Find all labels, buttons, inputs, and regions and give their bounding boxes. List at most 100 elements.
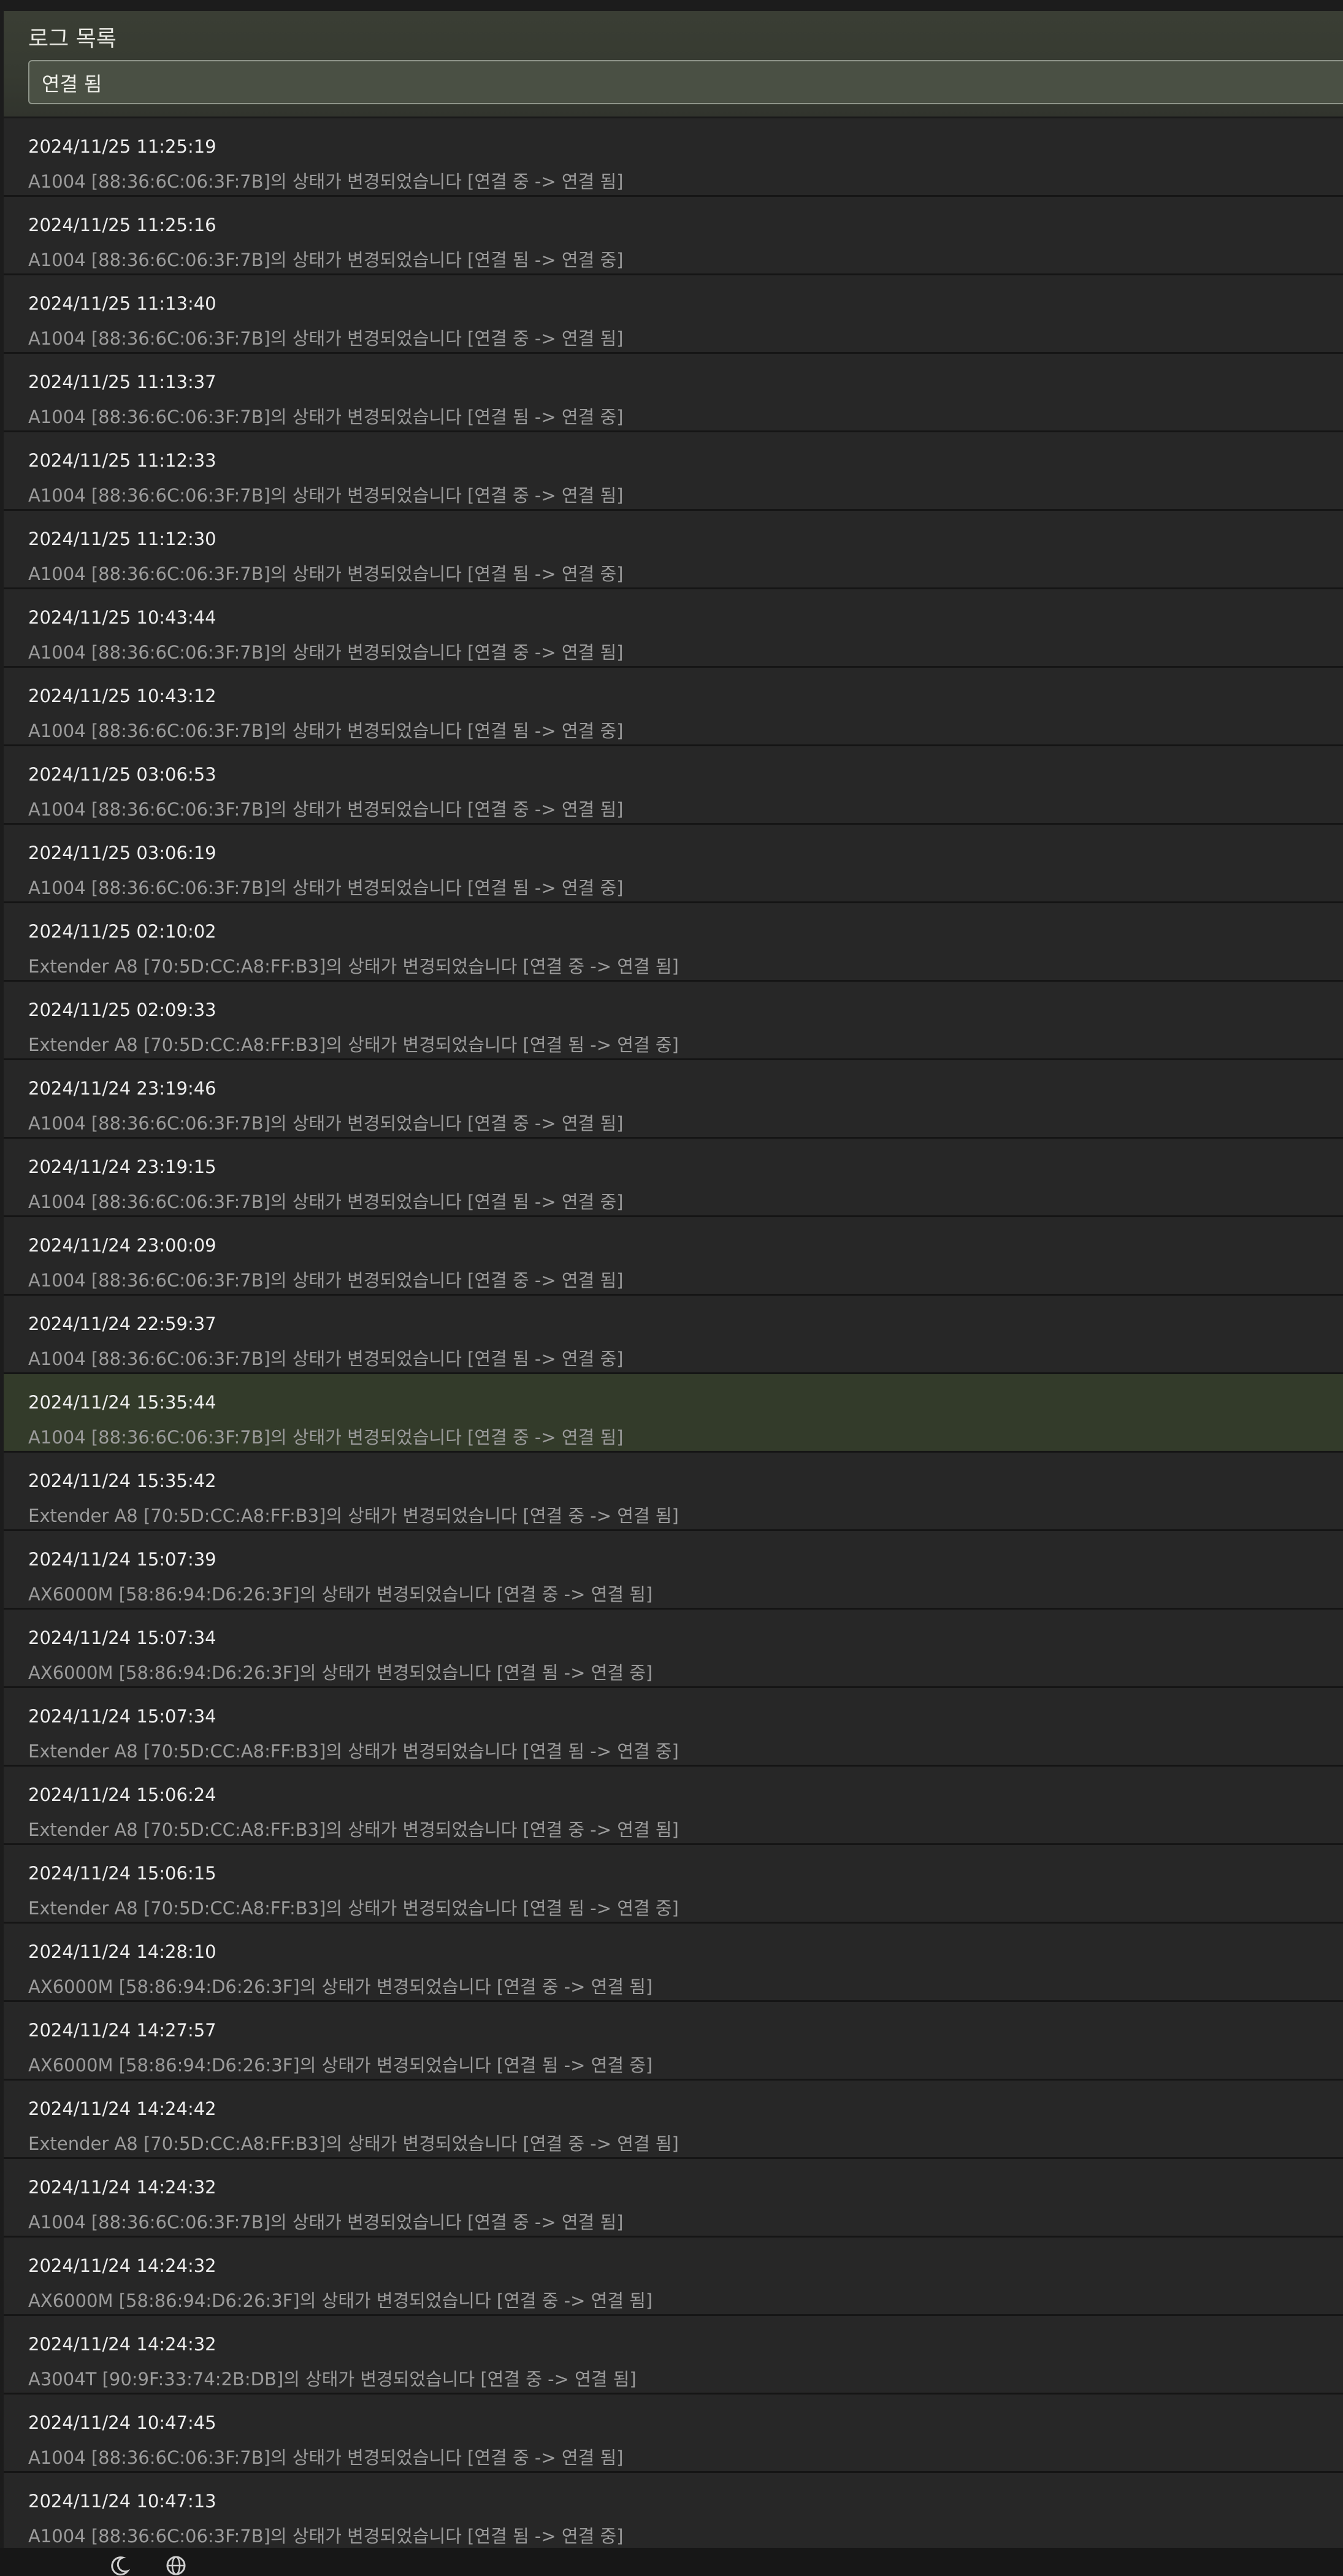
log-message: A1004 [88:36:6C:06:3F:7B]의 상태가 변경되었습니다 [… [28, 564, 624, 584]
log-message: A1004 [88:36:6C:06:3F:7B]의 상태가 변경되었습니다 [… [28, 2526, 624, 2547]
log-timestamp: 2024/11/24 14:24:32 [28, 2255, 216, 2276]
log-message: Extender A8 [70:5D:CC:A8:FF:B3]의 상태가 변경되… [28, 1034, 679, 1055]
log-entry[interactable]: 2024/11/24 14:28:10 AX6000M [58:86:94:D6:… [4, 1924, 1343, 2002]
log-message: A1004 [88:36:6C:06:3F:7B]의 상태가 변경되었습니다 [… [28, 720, 624, 741]
log-message: A1004 [88:36:6C:06:3F:7B]의 상태가 변경되었습니다 [… [28, 407, 624, 427]
globe-icon[interactable] [166, 2555, 186, 2576]
log-entry[interactable]: 2024/11/25 11:13:37 A1004 [88:36:6C:06:3F… [4, 354, 1343, 432]
log-timestamp: 2024/11/24 23:19:46 [28, 1078, 216, 1099]
log-timestamp: 2024/11/25 11:12:33 [28, 450, 216, 471]
status-filter-dropdown[interactable]: 연결 됨 [28, 60, 1343, 104]
log-message: AX6000M [58:86:94:D6:26:3F]의 상태가 변경되었습니다… [28, 1662, 653, 1683]
log-timestamp: 2024/11/25 11:13:40 [28, 293, 216, 314]
log-entry[interactable]: 2024/11/24 23:19:15 A1004 [88:36:6C:06:3F… [4, 1139, 1343, 1217]
log-message: A1004 [88:36:6C:06:3F:7B]의 상태가 변경되었습니다 [… [28, 799, 624, 820]
log-entry[interactable]: 2024/11/25 11:12:33 A1004 [88:36:6C:06:3F… [4, 432, 1343, 511]
log-message: A1004 [88:36:6C:06:3F:7B]의 상태가 변경되었습니다 [… [28, 1270, 624, 1291]
log-timestamp: 2024/11/24 14:24:42 [28, 2098, 216, 2119]
log-entry[interactable]: 2024/11/24 23:19:46 A1004 [88:36:6C:06:3F… [4, 1060, 1343, 1139]
log-timestamp: 2024/11/24 15:06:24 [28, 1784, 216, 1805]
log-message: Extender A8 [70:5D:CC:A8:FF:B3]의 상태가 변경되… [28, 1741, 679, 1762]
log-entry[interactable]: 2024/11/24 14:24:32 A1004 [88:36:6C:06:3F… [4, 2159, 1343, 2238]
log-timestamp: 2024/11/24 15:07:34 [28, 1627, 216, 1648]
log-timestamp: 2024/11/25 10:43:44 [28, 607, 216, 628]
log-message: Extender A8 [70:5D:CC:A8:FF:B3]의 상태가 변경되… [28, 1505, 679, 1526]
log-entry[interactable]: 2024/11/24 15:06:15 Extender A8 [70:5D:CC… [4, 1845, 1343, 1924]
log-timestamp: 2024/11/24 14:24:32 [28, 2334, 216, 2355]
log-entry[interactable]: 2024/11/25 03:06:19 A1004 [88:36:6C:06:3F… [4, 825, 1343, 903]
log-entry[interactable]: 2024/11/25 02:09:33 Extender A8 [70:5D:CC… [4, 982, 1343, 1060]
log-entry[interactable]: 2024/11/24 15:07:34 AX6000M [58:86:94:D6:… [4, 1610, 1343, 1688]
log-timestamp: 2024/11/24 15:35:44 [28, 1392, 216, 1413]
log-timestamp: 2024/11/25 02:10:02 [28, 921, 216, 942]
log-timestamp: 2024/11/24 15:07:34 [28, 1706, 216, 1727]
log-message: AX6000M [58:86:94:D6:26:3F]의 상태가 변경되었습니다… [28, 1584, 653, 1605]
log-entry[interactable]: 2024/11/25 10:43:12 A1004 [88:36:6C:06:3F… [4, 668, 1343, 746]
app-root: 로그 목록 연결 됨 2024/11/25 11:25:19 A1004 [88:… [0, 0, 1343, 2576]
log-timestamp: 2024/11/25 11:12:30 [28, 529, 216, 549]
log-message: A1004 [88:36:6C:06:3F:7B]의 상태가 변경되었습니다 [… [28, 1191, 624, 1212]
page-title: 로그 목록 [28, 26, 117, 52]
log-message: AX6000M [58:86:94:D6:26:3F]의 상태가 변경되었습니다… [28, 2055, 653, 2076]
log-message: A1004 [88:36:6C:06:3F:7B]의 상태가 변경되었습니다 [… [28, 877, 624, 898]
log-entry[interactable]: 2024/11/24 23:00:09 A1004 [88:36:6C:06:3F… [4, 1217, 1343, 1296]
log-message: Extender A8 [70:5D:CC:A8:FF:B3]의 상태가 변경되… [28, 1898, 679, 1919]
log-timestamp: 2024/11/24 15:07:39 [28, 1549, 216, 1570]
log-entry[interactable]: 2024/11/24 15:06:24 Extender A8 [70:5D:CC… [4, 1767, 1343, 1845]
log-timestamp: 2024/11/25 11:25:16 [28, 215, 216, 235]
log-message: Extender A8 [70:5D:CC:A8:FF:B3]의 상태가 변경되… [28, 956, 679, 977]
log-timestamp: 2024/11/24 15:06:15 [28, 1863, 216, 1884]
log-entry[interactable]: 2024/11/24 15:07:34 Extender A8 [70:5D:CC… [4, 1688, 1343, 1767]
log-entry[interactable]: 2024/11/24 15:07:39 AX6000M [58:86:94:D6:… [4, 1531, 1343, 1610]
log-timestamp: 2024/11/24 10:47:45 [28, 2412, 216, 2433]
log-entry[interactable]: 2024/11/24 15:35:44 A1004 [88:36:6C:06:3F… [4, 1374, 1343, 1453]
log-timestamp: 2024/11/25 10:43:12 [28, 686, 216, 706]
log-message: A1004 [88:36:6C:06:3F:7B]의 상태가 변경되었습니다 [… [28, 250, 624, 270]
log-entry[interactable]: 2024/11/24 10:47:45 A1004 [88:36:6C:06:3F… [4, 2394, 1343, 2473]
log-timestamp: 2024/11/24 14:28:10 [28, 1941, 216, 1962]
log-entry[interactable]: 2024/11/25 11:25:19 A1004 [88:36:6C:06:3F… [4, 118, 1343, 197]
log-timestamp: 2024/11/25 03:06:19 [28, 843, 216, 863]
log-message: A1004 [88:36:6C:06:3F:7B]의 상태가 변경되었습니다 [… [28, 171, 624, 192]
log-entry[interactable]: 2024/11/24 14:27:57 AX6000M [58:86:94:D6:… [4, 2002, 1343, 2081]
log-message: AX6000M [58:86:94:D6:26:3F]의 상태가 변경되었습니다… [28, 1976, 653, 1997]
status-filter-value: 연결 됨 [42, 72, 102, 96]
log-entry[interactable]: 2024/11/25 03:06:53 A1004 [88:36:6C:06:3F… [4, 746, 1343, 825]
moon-icon[interactable] [109, 2555, 131, 2576]
log-message: A1004 [88:36:6C:06:3F:7B]의 상태가 변경되었습니다 [… [28, 2212, 624, 2233]
log-message: Extender A8 [70:5D:CC:A8:FF:B3]의 상태가 변경되… [28, 2133, 679, 2154]
log-entry[interactable]: 2024/11/24 15:35:42 Extender A8 [70:5D:CC… [4, 1453, 1343, 1531]
log-panel: 로그 목록 연결 됨 2024/11/25 11:25:19 A1004 [88:… [4, 11, 1343, 2551]
log-list[interactable]: 2024/11/25 11:25:19 A1004 [88:36:6C:06:3F… [4, 118, 1343, 2551]
log-entry[interactable]: 2024/11/24 10:47:13 A1004 [88:36:6C:06:3F… [4, 2473, 1343, 2551]
log-timestamp: 2024/11/24 14:27:57 [28, 2020, 216, 2041]
log-panel-header: 로그 목록 연결 됨 [4, 11, 1343, 118]
log-message: A1004 [88:36:6C:06:3F:7B]의 상태가 변경되었습니다 [… [28, 2447, 624, 2468]
log-entry[interactable]: 2024/11/25 10:43:44 A1004 [88:36:6C:06:3F… [4, 589, 1343, 668]
log-message: A1004 [88:36:6C:06:3F:7B]의 상태가 변경되었습니다 [… [28, 485, 624, 506]
log-timestamp: 2024/11/24 14:24:32 [28, 2177, 216, 2198]
log-entry[interactable]: 2024/11/25 11:25:16 A1004 [88:36:6C:06:3F… [4, 197, 1343, 275]
log-timestamp: 2024/11/24 10:47:13 [28, 2491, 216, 2512]
log-entry[interactable]: 2024/11/24 14:24:42 Extender A8 [70:5D:CC… [4, 2081, 1343, 2159]
log-timestamp: 2024/11/24 22:59:37 [28, 1313, 216, 1334]
log-message: A1004 [88:36:6C:06:3F:7B]의 상태가 변경되었습니다 [… [28, 1348, 624, 1369]
log-entry[interactable]: 2024/11/25 02:10:02 Extender A8 [70:5D:CC… [4, 903, 1343, 982]
bottom-bar [0, 2548, 1343, 2576]
log-timestamp: 2024/11/25 11:25:19 [28, 136, 216, 157]
log-message: A1004 [88:36:6C:06:3F:7B]의 상태가 변경되었습니다 [… [28, 1113, 624, 1134]
log-entry[interactable]: 2024/11/24 22:59:37 A1004 [88:36:6C:06:3F… [4, 1296, 1343, 1374]
log-message: A3004T [90:9F:33:74:2B:DB]의 상태가 변경되었습니다 … [28, 2369, 637, 2390]
log-timestamp: 2024/11/25 03:06:53 [28, 764, 216, 785]
log-entry[interactable]: 2024/11/25 11:12:30 A1004 [88:36:6C:06:3F… [4, 511, 1343, 589]
log-entry[interactable]: 2024/11/25 11:13:40 A1004 [88:36:6C:06:3F… [4, 275, 1343, 354]
log-timestamp: 2024/11/25 11:13:37 [28, 372, 216, 392]
log-entry[interactable]: 2024/11/24 14:24:32 AX6000M [58:86:94:D6:… [4, 2238, 1343, 2316]
log-message: A1004 [88:36:6C:06:3F:7B]의 상태가 변경되었습니다 [… [28, 642, 624, 663]
log-timestamp: 2024/11/24 15:35:42 [28, 1470, 216, 1491]
log-message: Extender A8 [70:5D:CC:A8:FF:B3]의 상태가 변경되… [28, 1819, 679, 1840]
log-timestamp: 2024/11/25 02:09:33 [28, 999, 216, 1020]
log-message: A1004 [88:36:6C:06:3F:7B]의 상태가 변경되었습니다 [… [28, 328, 624, 349]
log-entry[interactable]: 2024/11/24 14:24:32 A3004T [90:9F:33:74:2… [4, 2316, 1343, 2394]
log-timestamp: 2024/11/24 23:19:15 [28, 1156, 216, 1177]
